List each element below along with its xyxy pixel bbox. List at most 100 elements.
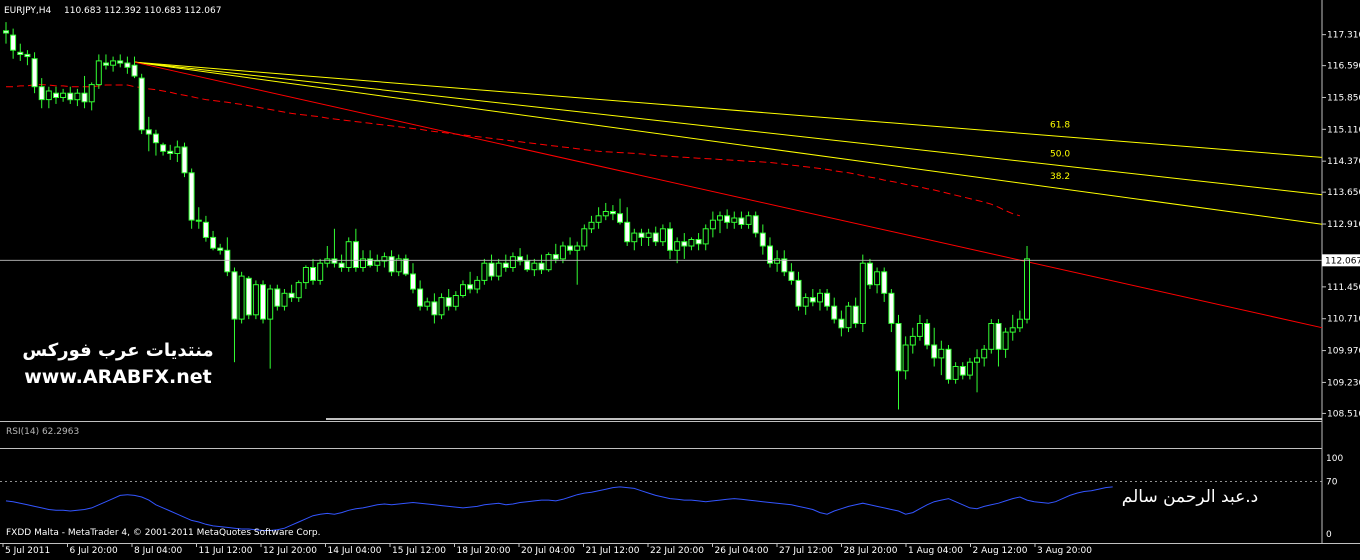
time-tick-label: 15 Jul 12:00 [392, 546, 446, 556]
candle-body-bear [809, 297, 816, 303]
candle-body-bear [103, 62, 109, 66]
fib-label-61-8: 61.8 [1050, 121, 1070, 131]
time-tick-label: 12 Jul 20:00 [263, 546, 317, 556]
candle-body-bear [410, 273, 416, 290]
candle-body-bear [53, 92, 59, 98]
price-tick-label: 113.650 [1327, 188, 1360, 198]
candle-body-bear [210, 236, 217, 249]
candle-body-bear [217, 247, 224, 251]
candle-body-bear [888, 292, 895, 324]
candle-body-bear [167, 150, 174, 155]
candle-body-bear [552, 254, 559, 260]
candle-body-bear [781, 258, 788, 273]
candle-body-bull [845, 305, 852, 329]
candle-body-bull [1002, 331, 1009, 350]
price-tick-label: 116.590 [1327, 62, 1360, 72]
price-tick-label: 114.370 [1327, 157, 1360, 167]
candle [545, 252, 552, 272]
candle-body-bull [774, 258, 781, 264]
platform-footer: FXDD Malta - MetaTrader 4, © 2001-2011 M… [6, 528, 321, 538]
candle-body-bear [995, 323, 1002, 350]
candle-body-bear [752, 215, 759, 234]
candle-body-bear [567, 245, 574, 251]
candle [752, 211, 759, 238]
candle-body-bull [1016, 318, 1023, 329]
rsi-level-0: 0 [1326, 530, 1332, 540]
candle [481, 258, 488, 285]
candle-body-bull [88, 84, 95, 103]
candle-body-bear [724, 215, 731, 223]
candle-body-bull [702, 228, 709, 245]
candle-body-bear [367, 258, 374, 266]
author-name: د.عبد الرحمن سالم [1122, 487, 1258, 507]
candle-body-bear [838, 318, 845, 329]
candle [238, 271, 245, 324]
candle-body-bull [238, 275, 245, 320]
candle-body-bear [467, 284, 474, 290]
candle-body-bear [310, 267, 316, 281]
time-tick-label: 2 Aug 12:00 [973, 546, 1028, 556]
candle [274, 284, 281, 311]
candle-body-bull [974, 357, 980, 363]
candle-body-bear [738, 217, 745, 225]
candle-body-bull [916, 323, 923, 337]
candle-body-bull [981, 348, 988, 359]
current-price-label: 112.067 [1325, 256, 1360, 266]
candle-body-bear [617, 213, 623, 223]
time-tick-label: 28 Jul 20:00 [844, 546, 898, 556]
rsi-level-70: 70 [1326, 477, 1338, 487]
candle-body-bull [545, 254, 552, 271]
candle-body-bear [338, 262, 345, 269]
candle-body-bull [952, 366, 959, 380]
candle-body-bull [645, 232, 652, 238]
candle-body-bear [652, 232, 659, 243]
candle-body-bear [224, 249, 231, 273]
time-tick-label: 26 Jul 04:00 [715, 546, 769, 556]
candle-body-bull [709, 219, 716, 230]
time-tick-label: 20 Jul 04:00 [521, 546, 575, 556]
candle-body-bear [131, 64, 138, 77]
candle-body-bear [188, 172, 195, 221]
candle-body-bear [502, 262, 509, 269]
time-tick-label: 21 Jul 12:00 [586, 546, 640, 556]
candle-body-bear [402, 258, 409, 275]
candle-body-bear [202, 221, 209, 238]
time-tick-label: 5 Jul 2011 [5, 546, 50, 556]
candle-body-bear [388, 256, 395, 273]
candle [581, 224, 588, 251]
candle-body-bear [138, 77, 145, 131]
candle [859, 254, 866, 333]
candle-body-bull [902, 344, 909, 372]
price-tick-label: 117.310 [1327, 31, 1360, 41]
time-tick-label: 3 Aug 20:00 [1037, 546, 1092, 556]
candle-body-bull [424, 301, 431, 307]
candle-body-bear [181, 146, 188, 174]
website-url: www.ARABFX.net [24, 366, 212, 388]
candle-body-bear [152, 133, 159, 144]
candle [260, 280, 266, 324]
price-tick-label: 112.910 [1327, 220, 1360, 230]
fib-label-50-0: 50.0 [1050, 149, 1070, 159]
candle-body-bull [731, 217, 738, 223]
time-tick-label: 22 Jul 20:00 [650, 546, 704, 556]
candle-body-bear [260, 284, 266, 320]
candle-body-bear [638, 232, 645, 238]
candle-body-bear [31, 58, 38, 88]
chart-background [0, 0, 1360, 556]
candle-body-bear [881, 271, 888, 294]
candle-body-bull [481, 262, 488, 281]
candle-body-bull [174, 146, 181, 154]
candle [245, 276, 252, 320]
candle-body-bull [1009, 327, 1016, 333]
candle-body-bear [160, 144, 167, 152]
price-tick-label: 115.850 [1327, 93, 1360, 103]
candle-body-bull [460, 284, 466, 297]
candle [252, 280, 259, 320]
candle-body-bear [667, 228, 673, 251]
candle-body-bull [574, 245, 581, 251]
chart-canvas[interactable]: 117.310 116.590 115.850 115.110 114.370 113.6… [0, 0, 1360, 556]
candle-body-bear [524, 260, 531, 271]
candle [924, 319, 931, 350]
candle-body-bear [866, 262, 873, 286]
candle [945, 344, 952, 384]
